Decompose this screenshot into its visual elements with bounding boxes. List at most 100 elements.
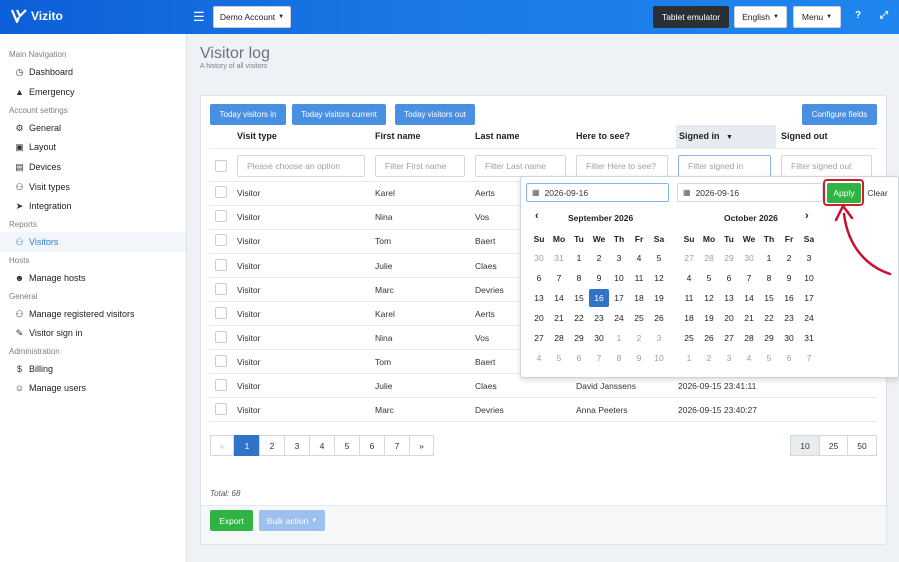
bulk-action-button[interactable]: Bulk action ▼ — [259, 510, 325, 531]
calendar-day[interactable]: 19 — [699, 309, 719, 327]
export-button[interactable]: Export — [210, 510, 253, 531]
page-size-option[interactable]: 50 — [847, 435, 877, 456]
calendar-day[interactable]: 7 — [739, 269, 759, 287]
tablet-emulator-button[interactable]: Tablet emulator — [653, 6, 729, 28]
signed-out-filter-input[interactable]: Filter signed out — [781, 155, 872, 177]
calendar-day[interactable]: 7 — [549, 269, 569, 287]
sidebar-item-manage-registered-visitors[interactable]: ⚇ Manage registered visitors — [14, 307, 134, 321]
column-header-first-name[interactable]: First name — [375, 131, 421, 141]
row-checkbox[interactable] — [215, 403, 227, 415]
row-checkbox[interactable] — [215, 283, 227, 295]
calendar-day[interactable]: 29 — [759, 329, 779, 347]
pagination-page[interactable]: 7 — [384, 435, 410, 456]
today-visitors-out-button[interactable]: Today visitors out — [395, 104, 475, 125]
calendar-day[interactable]: 27 — [679, 249, 699, 267]
calendar-day[interactable]: 2 — [629, 329, 649, 347]
calendar-day[interactable]: 9 — [589, 269, 609, 287]
calendar-day[interactable]: 23 — [779, 309, 799, 327]
today-visitors-in-button[interactable]: Today visitors in — [210, 104, 286, 125]
calendar-day[interactable]: 11 — [629, 269, 649, 287]
calendar-day[interactable]: 3 — [649, 329, 669, 347]
calendar-day[interactable]: 23 — [589, 309, 609, 327]
calendar-day[interactable]: 9 — [779, 269, 799, 287]
calendar-day[interactable]: 12 — [649, 269, 669, 287]
calendar-day[interactable]: 7 — [799, 349, 819, 367]
calendar-day[interactable]: 26 — [699, 329, 719, 347]
calendar-day[interactable]: 30 — [589, 329, 609, 347]
calendar-day[interactable]: 1 — [609, 329, 629, 347]
calendar-day[interactable]: 6 — [719, 269, 739, 287]
select-all-checkbox[interactable] — [215, 160, 227, 172]
pagination-page[interactable]: 3 — [284, 435, 310, 456]
calendar-day[interactable]: 10 — [799, 269, 819, 287]
pagination-page[interactable]: 1 — [234, 435, 260, 456]
calendar-day[interactable]: 16 — [589, 289, 609, 307]
signed-in-filter-input[interactable]: Filter signed in — [678, 155, 771, 177]
pagination-page[interactable]: 4 — [309, 435, 335, 456]
column-header-signed-in[interactable]: Signed in ▼ — [679, 131, 733, 141]
calendar-day[interactable]: 4 — [679, 269, 699, 287]
menu-dropdown[interactable]: Menu ▼ — [793, 6, 841, 28]
account-dropdown[interactable]: Demo Account ▼ — [213, 6, 291, 28]
end-date-input[interactable]: ▦ 2026-09-16 — [677, 183, 823, 202]
row-checkbox[interactable] — [215, 210, 227, 222]
sidebar-item-dashboard[interactable]: ◷ Dashboard — [14, 65, 73, 79]
page-size-option[interactable]: 10 — [790, 435, 820, 456]
calendar-day[interactable]: 15 — [759, 289, 779, 307]
row-checkbox[interactable] — [215, 186, 227, 198]
next-month-icon[interactable]: › — [805, 210, 809, 222]
calendar-day[interactable]: 2 — [779, 249, 799, 267]
sidebar-item-devices[interactable]: ▤ Devices — [14, 160, 61, 174]
calendar-day[interactable]: 1 — [569, 249, 589, 267]
language-dropdown[interactable]: English ▼ — [734, 6, 787, 28]
calendar-day[interactable]: 14 — [549, 289, 569, 307]
sidebar-item-visitor-sign-in[interactable]: ✎ Visitor sign in — [14, 326, 83, 340]
calendar-day[interactable]: 7 — [589, 349, 609, 367]
calendar-day[interactable]: 9 — [629, 349, 649, 367]
calendar-day[interactable]: 22 — [759, 309, 779, 327]
calendar-day[interactable]: 17 — [609, 289, 629, 307]
row-checkbox[interactable] — [215, 259, 227, 271]
calendar-day[interactable]: 24 — [609, 309, 629, 327]
calendar-day[interactable]: 6 — [529, 269, 549, 287]
calendar-day[interactable]: 8 — [609, 349, 629, 367]
calendar-day[interactable]: 20 — [529, 309, 549, 327]
calendar-day[interactable]: 5 — [649, 249, 669, 267]
calendar-day[interactable]: 13 — [719, 289, 739, 307]
first-name-filter-input[interactable]: Filter First name — [375, 155, 465, 177]
calendar-day[interactable]: 25 — [629, 309, 649, 327]
calendar-day[interactable]: 3 — [609, 249, 629, 267]
help-icon[interactable]: ? — [855, 10, 861, 21]
calendar-day[interactable]: 1 — [679, 349, 699, 367]
pagination-page[interactable]: 6 — [359, 435, 385, 456]
calendar-day[interactable]: 3 — [719, 349, 739, 367]
calendar-day[interactable]: 5 — [549, 349, 569, 367]
sidebar-item-manage-hosts[interactable]: ☻ Manage hosts — [14, 271, 86, 285]
calendar-day[interactable]: 6 — [569, 349, 589, 367]
calendar-day[interactable]: 3 — [799, 249, 819, 267]
calendar-day[interactable]: 24 — [799, 309, 819, 327]
page-size-option[interactable]: 25 — [819, 435, 848, 456]
calendar-day[interactable]: 10 — [609, 269, 629, 287]
calendar-day[interactable]: 30 — [739, 249, 759, 267]
row-checkbox[interactable] — [215, 331, 227, 343]
prev-month-icon[interactable]: ‹ — [535, 210, 539, 222]
visit-type-filter-select[interactable]: Please choose an option — [237, 155, 365, 177]
calendar-day[interactable]: 4 — [739, 349, 759, 367]
calendar-day[interactable]: 27 — [719, 329, 739, 347]
calendar-day[interactable]: 29 — [569, 329, 589, 347]
row-checkbox[interactable] — [215, 307, 227, 319]
configure-fields-button[interactable]: Configure fields — [802, 104, 877, 125]
sidebar-item-visitors[interactable]: ⚇ Visitors — [14, 235, 58, 249]
fullscreen-icon[interactable]: ⤢ — [880, 10, 888, 21]
row-checkbox[interactable] — [215, 355, 227, 367]
calendar-day[interactable]: 19 — [649, 289, 669, 307]
calendar-day[interactable]: 13 — [529, 289, 549, 307]
pagination-prev[interactable]: « — [210, 435, 234, 456]
calendar-day[interactable]: 18 — [629, 289, 649, 307]
calendar-day[interactable]: 31 — [549, 249, 569, 267]
calendar-day[interactable]: 27 — [529, 329, 549, 347]
calendar-day[interactable]: 5 — [759, 349, 779, 367]
calendar-day[interactable]: 8 — [759, 269, 779, 287]
calendar-day[interactable]: 28 — [549, 329, 569, 347]
